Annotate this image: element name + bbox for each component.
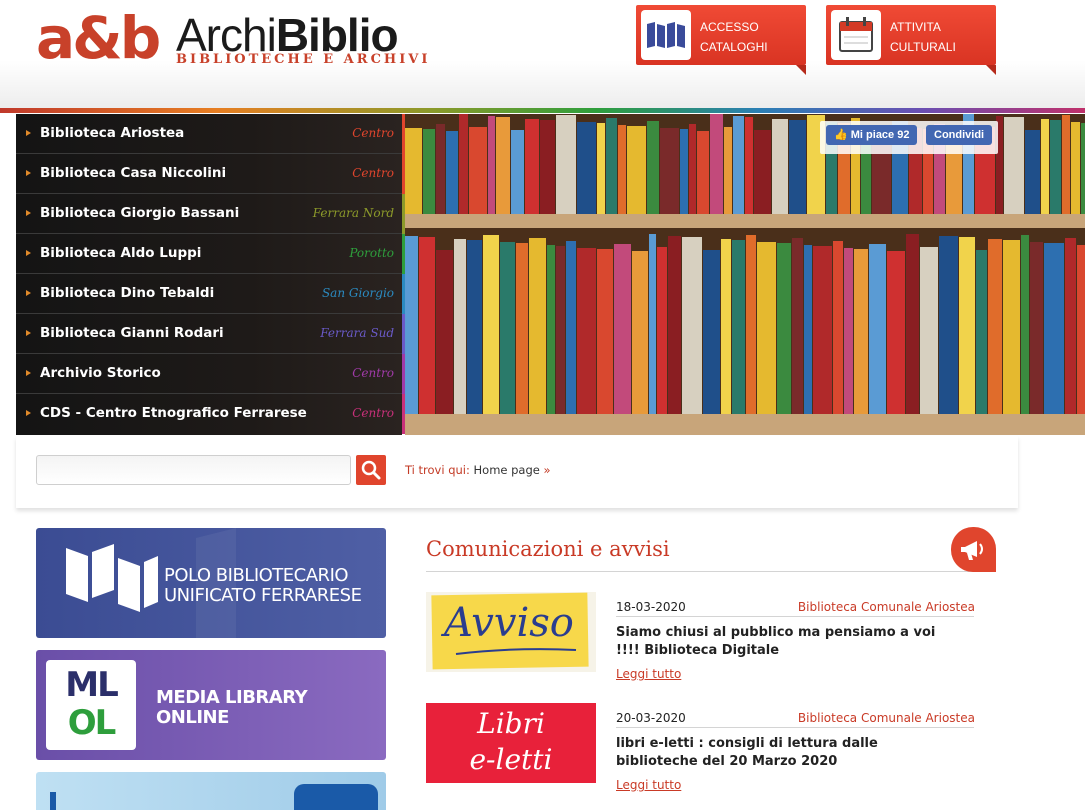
media-library-online-banner[interactable]: ML OL MEDIA LIBRARY ONLINE bbox=[36, 650, 386, 760]
access-catalogs-label: ACCESSO CATALOGHI bbox=[700, 20, 768, 54]
library-menu-item[interactable]: Biblioteca Dino Tebaldi San Giorgio bbox=[16, 274, 406, 314]
breadcrumb-home-link[interactable]: Home page bbox=[474, 463, 540, 477]
news-section-title: Comunicazioni e avvisi bbox=[426, 537, 670, 561]
library-name: Biblioteca Ariostea bbox=[40, 125, 185, 141]
polo-banner-text: POLO BIBLIOTECARIO UNIFICATO FERRARESE bbox=[164, 565, 362, 606]
news-date: 20-03-2020 bbox=[616, 711, 686, 725]
logo-subtitle: BIBLIOTECHE E ARCHIVI bbox=[176, 52, 431, 67]
bullet-arrow-icon bbox=[26, 170, 31, 176]
library-name: Biblioteca Gianni Rodari bbox=[40, 325, 224, 341]
library-zone: Porotto bbox=[349, 246, 394, 260]
bullet-arrow-icon bbox=[26, 330, 31, 336]
cultural-activities-button[interactable]: ATTIVITA CULTURALI bbox=[826, 5, 996, 75]
thumbs-up-icon: 👍 bbox=[834, 129, 848, 141]
library-name: Biblioteca Giorgio Bassani bbox=[40, 205, 240, 221]
library-zone: Centro bbox=[352, 166, 394, 180]
news-source[interactable]: Biblioteca Comunale Ariostea bbox=[798, 711, 975, 725]
news-meta-divider bbox=[616, 727, 974, 728]
library-menu-item[interactable]: Archivio Storico Centro bbox=[16, 354, 406, 394]
bookshelf-hero-image bbox=[405, 114, 1085, 435]
library-zone: Ferrara Nord bbox=[312, 206, 394, 220]
bullet-arrow-icon bbox=[26, 290, 31, 296]
bullet-arrow-icon bbox=[26, 130, 31, 136]
megaphone-icon[interactable] bbox=[951, 527, 996, 572]
news-source[interactable]: Biblioteca Comunale Ariostea bbox=[798, 600, 975, 614]
library-zone: Centro bbox=[352, 366, 394, 380]
logo-mark: a&b bbox=[36, 4, 161, 72]
calendar-icon bbox=[831, 10, 881, 60]
news-title-divider bbox=[426, 571, 996, 572]
library-zone: Centro bbox=[352, 406, 394, 420]
polo-bibliotecario-banner[interactable]: POLO BIBLIOTECARIO UNIFICATO FERRARESE bbox=[36, 528, 386, 638]
bullet-arrow-icon bbox=[26, 410, 31, 416]
library-name: Biblioteca Dino Tebaldi bbox=[40, 285, 215, 301]
search-button[interactable] bbox=[356, 455, 386, 485]
access-catalogs-button[interactable]: ACCESSO CATALOGHI bbox=[636, 5, 806, 75]
library-menu: Biblioteca Ariostea Centro Biblioteca Casa… bbox=[16, 114, 406, 435]
bullet-arrow-icon bbox=[26, 210, 31, 216]
header-color-stripe bbox=[0, 108, 1085, 113]
libri-thumb-line2: e-letti bbox=[469, 743, 553, 776]
news-headline[interactable]: libri e-letti : consigli di lettura dall… bbox=[616, 735, 946, 771]
library-zone: Centro bbox=[352, 126, 394, 140]
avviso-thumb-text: Avviso bbox=[444, 600, 574, 646]
library-menu-item[interactable]: Biblioteca Casa Niccolini Centro bbox=[16, 154, 406, 194]
facebook-share-button[interactable]: Condividi bbox=[926, 125, 993, 145]
library-name: Archivio Storico bbox=[40, 365, 161, 381]
read-more-link[interactable]: Leggi tutto bbox=[616, 667, 681, 681]
libri-thumb-line1: Libri bbox=[477, 707, 545, 740]
breadcrumb: Ti trovi qui: Home page » bbox=[405, 463, 551, 477]
bullet-arrow-icon bbox=[26, 370, 31, 376]
catalog-books-icon bbox=[641, 10, 691, 60]
library-menu-item[interactable]: CDS - Centro Etnografico Ferrarese Centro bbox=[16, 394, 406, 434]
library-menu-item[interactable]: Biblioteca Giorgio Bassani Ferrara Nord bbox=[16, 194, 406, 234]
library-menu-item[interactable]: Biblioteca Gianni Rodari Ferrara Sud bbox=[16, 314, 406, 354]
banner-shape-icon bbox=[50, 792, 56, 810]
mlol-banner-text: MEDIA LIBRARY ONLINE bbox=[156, 687, 308, 728]
library-zone: Ferrara Sud bbox=[320, 326, 394, 340]
cultural-activities-label: ATTIVITA CULTURALI bbox=[890, 20, 956, 54]
library-name: Biblioteca Casa Niccolini bbox=[40, 165, 227, 181]
news-meta-divider bbox=[616, 616, 974, 617]
news-date: 18-03-2020 bbox=[616, 600, 686, 614]
facebook-widget: 👍 Mi piace 92 Condividi bbox=[820, 121, 998, 154]
third-service-banner[interactable] bbox=[36, 772, 386, 810]
library-menu-item[interactable]: Biblioteca Aldo Luppi Porotto bbox=[16, 234, 406, 274]
search-input[interactable] bbox=[36, 455, 351, 485]
library-name: Biblioteca Aldo Luppi bbox=[40, 245, 202, 261]
library-name: CDS - Centro Etnografico Ferrarese bbox=[40, 405, 307, 421]
news-thumbnail[interactable]: Avviso bbox=[426, 592, 596, 672]
mlol-logo: ML OL bbox=[46, 660, 136, 750]
facebook-like-button[interactable]: 👍 Mi piace 92 bbox=[826, 125, 918, 145]
news-thumbnail[interactable]: Libri e-letti bbox=[426, 703, 596, 783]
library-zone: San Giorgio bbox=[321, 286, 394, 300]
search-icon bbox=[361, 460, 381, 480]
library-menu-item[interactable]: Biblioteca Ariostea Centro bbox=[16, 114, 406, 154]
bullet-arrow-icon bbox=[26, 250, 31, 256]
news-headline[interactable]: Siamo chiusi al pubblico ma pensiamo a v… bbox=[616, 624, 946, 660]
read-more-link[interactable]: Leggi tutto bbox=[616, 778, 681, 792]
banner-logo-icon bbox=[294, 784, 378, 810]
